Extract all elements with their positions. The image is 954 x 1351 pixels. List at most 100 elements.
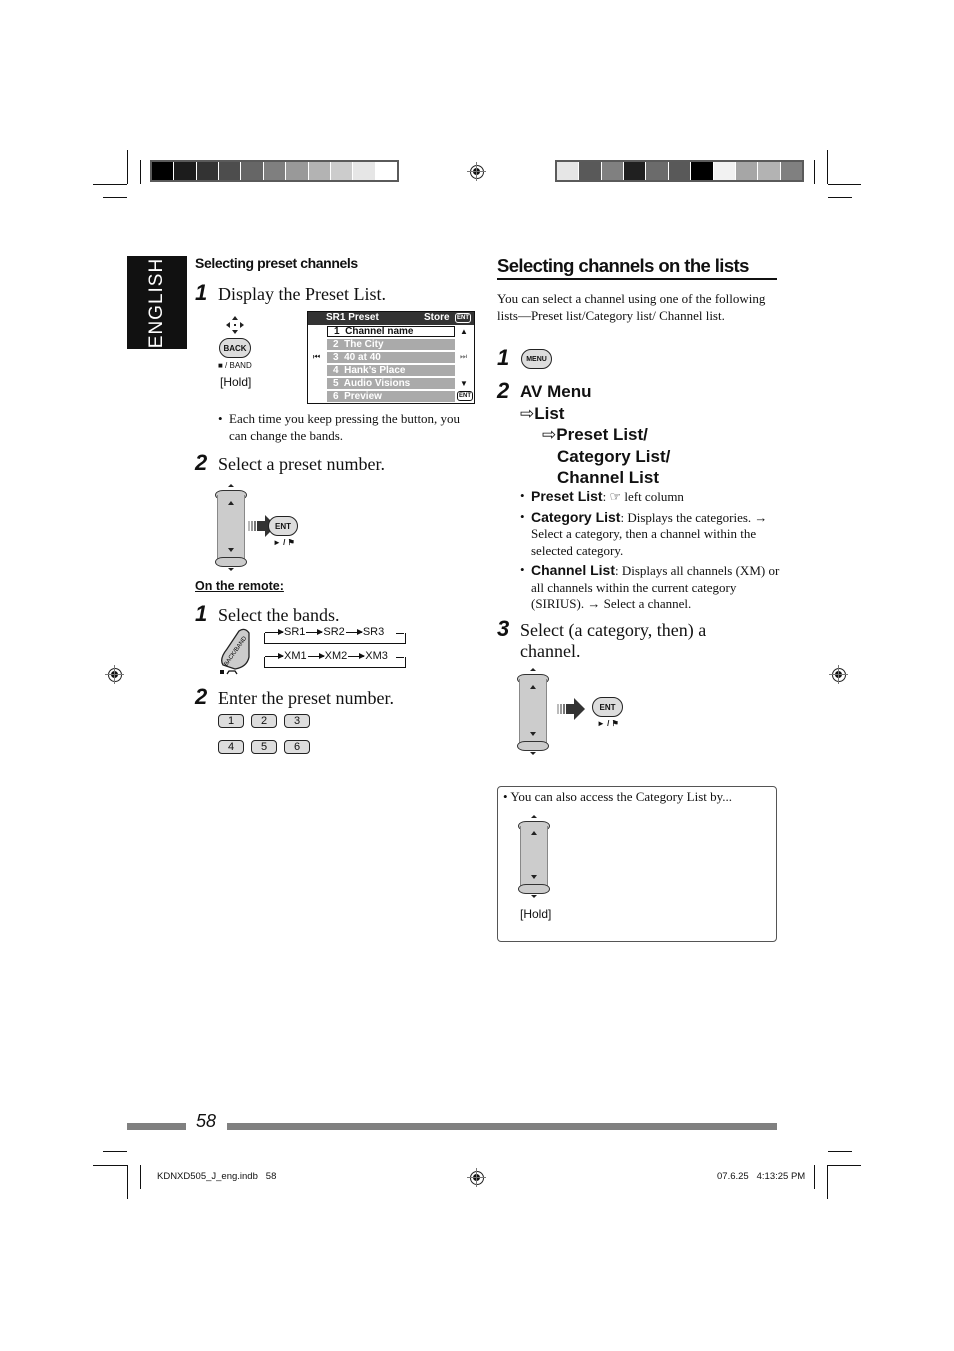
back-button[interactable]: BACK [219, 338, 251, 358]
screen-header: SR1 Preset Store ENT [308, 312, 474, 325]
number-key-6[interactable]: 6 [284, 740, 310, 754]
color-swatch [375, 162, 397, 180]
band-loop-line [264, 657, 406, 668]
registration-mark-icon [467, 1168, 486, 1187]
number-key-2[interactable]: 2 [251, 714, 277, 728]
preset-row-selected[interactable]: 1 Channel name [327, 326, 455, 337]
color-swatch [668, 162, 692, 180]
back-button-caption: ■ / BAND [218, 361, 252, 370]
color-swatch [758, 162, 781, 180]
color-swatch [557, 162, 580, 180]
bullet-icon: • [520, 488, 525, 503]
scroll-down-icon: ▼ [460, 379, 468, 388]
preset-row[interactable]: 6 Preview [327, 391, 455, 402]
registration-mark-icon [105, 665, 124, 684]
note-bullet: • You can also access the Category List … [503, 789, 733, 804]
color-swatch [646, 162, 669, 180]
ent-button[interactable]: ENT [592, 697, 623, 717]
menu-path-channel-list: Channel List [557, 468, 660, 487]
menu-path-category-list: Category List/ [557, 446, 671, 466]
list-term: Channel List [531, 562, 616, 578]
up-down-rocker-icon [518, 815, 550, 899]
preset-list-screen: SR1 Preset Store ENT 1 Channel name 2 The… [307, 311, 475, 404]
color-bar-right [555, 160, 804, 182]
step-number: 2 [195, 684, 208, 709]
color-swatch [735, 162, 759, 180]
arrow-right-icon [557, 698, 585, 720]
band-loop-line [264, 633, 406, 644]
step-2-av-menu: 2 [497, 378, 520, 404]
bullet-icon: • [520, 508, 525, 524]
bullet-icon: • [520, 562, 525, 577]
list-desc: : ☞ left column [602, 489, 684, 504]
hold-label: [Hold] [520, 907, 552, 921]
color-swatch [308, 162, 331, 180]
step-number: 1 [195, 280, 208, 305]
ent-button-caption: ► / ⚑ [597, 719, 619, 728]
menu-button[interactable]: MENU [521, 349, 552, 369]
bullet-text: Each time you keep pressing the button, … [229, 411, 461, 443]
up-down-rocker-icon [517, 668, 549, 756]
remote-back-band-key-icon: BACK/BAND [220, 628, 250, 675]
step-text: Select the bands. [218, 605, 340, 625]
language-tab: ENGLISH [127, 256, 187, 349]
step-number: 2 [195, 450, 208, 475]
color-swatch [713, 162, 736, 180]
step-number: 2 [497, 378, 510, 403]
remote-heading: On the remote: [195, 579, 284, 593]
scroll-up-icon: ▲ [460, 327, 468, 336]
menu-path: AV Menu ⇨List ⇨Preset List/ Category Lis… [520, 381, 670, 489]
color-swatch [263, 162, 287, 180]
step-number: 1 [497, 345, 510, 370]
step-1-display-preset: 1 Display the Preset List. [195, 280, 386, 306]
menu-path-list: List [534, 403, 565, 423]
ent-button[interactable]: ENT [268, 516, 298, 536]
list-description-item: • Category List: Displays the categories.… [520, 509, 780, 560]
file-info: KDNXD505_J_eng.indb 58 [157, 1171, 277, 1182]
step-text: Select (a category, then) a channel. [520, 620, 707, 661]
number-key-3[interactable]: 3 [284, 714, 310, 728]
store-label: Store [424, 312, 450, 323]
arrow-icon: ⇨ [542, 425, 557, 444]
step-number: 3 [497, 616, 510, 641]
list-description-item: • Channel List: Displays all channels (XM… [520, 562, 780, 613]
color-swatch [196, 162, 220, 180]
prev-track-icon: ⏮ [313, 352, 321, 361]
footer-bar-right [227, 1123, 777, 1130]
color-swatch [691, 162, 714, 180]
print-timestamp: 07.6.25 4:13:25 PM [717, 1171, 806, 1182]
preset-row[interactable]: 2 The City [327, 339, 455, 350]
ent-button-caption: ► / ⚑ [273, 538, 295, 547]
number-key-5[interactable]: 5 [251, 740, 277, 754]
color-swatch [579, 162, 602, 180]
step-3-select-channel: 3 Select (a category, then) a channel. [497, 616, 740, 662]
number-key-4[interactable]: 4 [218, 740, 244, 754]
preset-row[interactable]: 5 Audio Visions [327, 378, 455, 389]
step-number: 1 [195, 601, 208, 626]
menu-path-preset-list: Preset List/ [556, 425, 648, 444]
list-term: Preset List [531, 488, 603, 504]
preset-row[interactable]: 3 40 at 40 [327, 352, 455, 363]
arrow-icon: ⇨ [520, 403, 535, 423]
preset-row[interactable]: 4 Hank’s Place [327, 365, 455, 376]
menu-path-av-menu: AV Menu [520, 382, 592, 401]
step-2-select-preset: 2 Select a preset number. [195, 450, 385, 476]
color-swatch [152, 162, 175, 180]
section-title-lists: Selecting channels on the lists [497, 255, 749, 276]
color-swatch [174, 162, 197, 180]
note-text: You can also access the Category List by… [510, 789, 733, 804]
list-term: Category List [531, 508, 621, 525]
language-tab-label: ENGLISH [146, 257, 167, 348]
color-swatch [624, 162, 647, 180]
number-key-1[interactable]: 1 [218, 714, 244, 728]
color-swatch [241, 162, 264, 180]
step-1-menu: 1 [497, 345, 520, 371]
step-text: Enter the preset number. [218, 688, 394, 708]
intro-text: You can select a channel using one of th… [497, 291, 766, 323]
band-loop-line [396, 633, 404, 634]
list-descriptions: • Preset List: ☞ left column • Category Lis… [520, 488, 780, 616]
band-loop-line [396, 657, 404, 658]
registration-mark-icon [829, 665, 848, 684]
page-number: 58 [196, 1111, 217, 1131]
title-underline [497, 278, 777, 280]
